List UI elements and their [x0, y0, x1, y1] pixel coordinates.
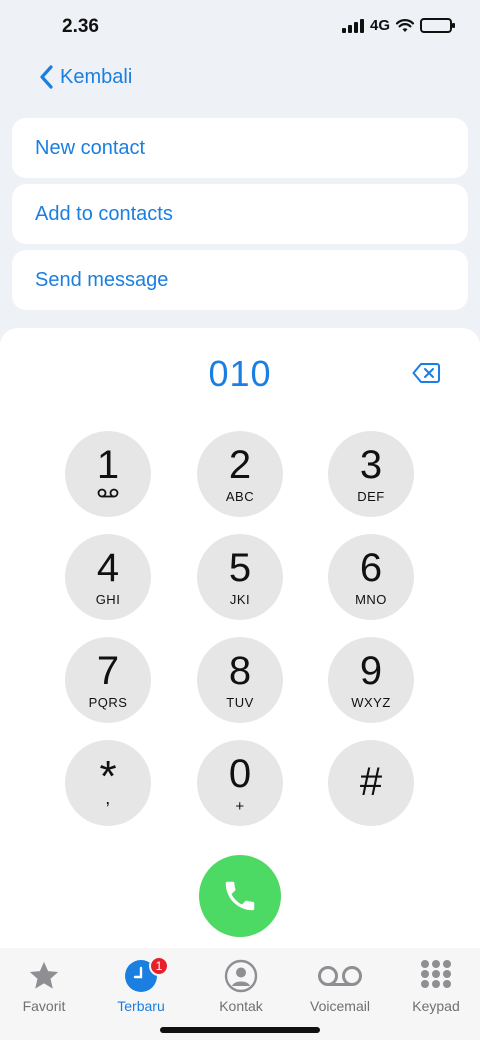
- tab-label: Terbaru: [117, 998, 165, 1014]
- tab-label: Favorit: [22, 998, 66, 1014]
- key-letters: WXYZ: [351, 695, 391, 710]
- key-6[interactable]: 6 MNO: [328, 534, 414, 620]
- star-icon: [29, 961, 59, 989]
- key-letters: ,: [105, 788, 111, 808]
- add-to-contacts-button[interactable]: Add to contacts: [12, 184, 468, 244]
- tab-keypad[interactable]: Keypad: [388, 958, 480, 1014]
- tab-icon-wrap: [26, 958, 62, 994]
- key-letters: MNO: [355, 592, 387, 607]
- phone-icon: [225, 881, 255, 911]
- tab-voicemail[interactable]: Voicemail: [292, 958, 388, 1014]
- add-to-contacts-label: Add to contacts: [35, 202, 173, 225]
- network-label: 4G: [369, 17, 390, 34]
- key-digit: 9: [359, 649, 383, 693]
- key-digit: 6: [359, 546, 383, 590]
- key-star[interactable]: * ,: [65, 740, 151, 826]
- person-icon: [224, 959, 258, 993]
- key-1[interactable]: 1: [65, 431, 151, 517]
- tab-kontak[interactable]: Kontak: [193, 958, 289, 1014]
- key-hash[interactable]: #: [328, 740, 414, 826]
- key-digit: 3: [359, 443, 383, 487]
- send-message-button[interactable]: Send message: [12, 250, 468, 310]
- status-icons: 4G: [341, 17, 455, 34]
- key-letters: +: [235, 798, 245, 815]
- backspace-icon: [412, 363, 440, 383]
- voicemail-icon: [318, 966, 362, 986]
- wifi-icon: [396, 18, 414, 32]
- key-digit: 7: [96, 649, 120, 693]
- backspace-button[interactable]: [412, 362, 440, 389]
- key-digit: 4: [96, 546, 120, 590]
- key-7[interactable]: 7 PQRS: [65, 637, 151, 723]
- tab-label: Voicemail: [310, 998, 370, 1014]
- send-message-label: Send message: [35, 268, 169, 291]
- tab-icon-wrap: [419, 958, 453, 994]
- home-indicator: [160, 1027, 320, 1033]
- tab-icon-wrap: 1: [125, 956, 169, 994]
- key-digit: 5: [228, 546, 252, 590]
- status-time: 2.36: [62, 16, 99, 37]
- new-contact-label: New contact: [35, 136, 146, 159]
- dialed-number: 010: [208, 353, 272, 394]
- signal-icon: [341, 18, 364, 33]
- key-letters: ABC: [225, 489, 255, 504]
- tab-label: Kontak: [219, 998, 263, 1014]
- key-letters: GHI: [95, 592, 121, 607]
- call-button[interactable]: [199, 855, 281, 937]
- battery-icon: [420, 18, 455, 33]
- tab-label: Keypad: [412, 998, 460, 1014]
- tab-terbaru[interactable]: 1 Terbaru: [93, 956, 189, 1014]
- notification-badge: 1: [149, 956, 169, 976]
- key-8[interactable]: 8 TUV: [197, 637, 283, 723]
- key-2[interactable]: 2 ABC: [197, 431, 283, 517]
- key-4[interactable]: 4 GHI: [65, 534, 151, 620]
- tab-icon-wrap: [316, 958, 364, 994]
- key-letters: PQRS: [88, 695, 128, 710]
- key-5[interactable]: 5 JKI: [197, 534, 283, 620]
- key-digit: 1: [96, 443, 120, 487]
- back-label: Kembali: [60, 65, 133, 88]
- keypad-icon: [421, 960, 451, 988]
- tab-favorit[interactable]: Favorit: [0, 958, 92, 1014]
- key-9[interactable]: 9 WXYZ: [328, 637, 414, 723]
- key-digit: #: [359, 760, 383, 804]
- chevron-left-icon: [40, 65, 53, 89]
- key-letters: TUV: [226, 695, 254, 710]
- key-digit: 2: [228, 443, 252, 487]
- tab-icon-wrap: [224, 958, 258, 994]
- voicemail-icon: [97, 488, 119, 498]
- key-letters: JKI: [229, 592, 251, 607]
- back-button[interactable]: Kembali: [38, 64, 132, 90]
- key-digit: 8: [228, 649, 252, 693]
- key-digit: 0: [228, 752, 252, 796]
- key-3[interactable]: 3 DEF: [328, 431, 414, 517]
- key-letters: DEF: [357, 489, 385, 504]
- key-0[interactable]: 0 +: [197, 740, 283, 826]
- status-bar: 2.36 4G: [0, 0, 480, 56]
- new-contact-button[interactable]: New contact: [12, 118, 468, 178]
